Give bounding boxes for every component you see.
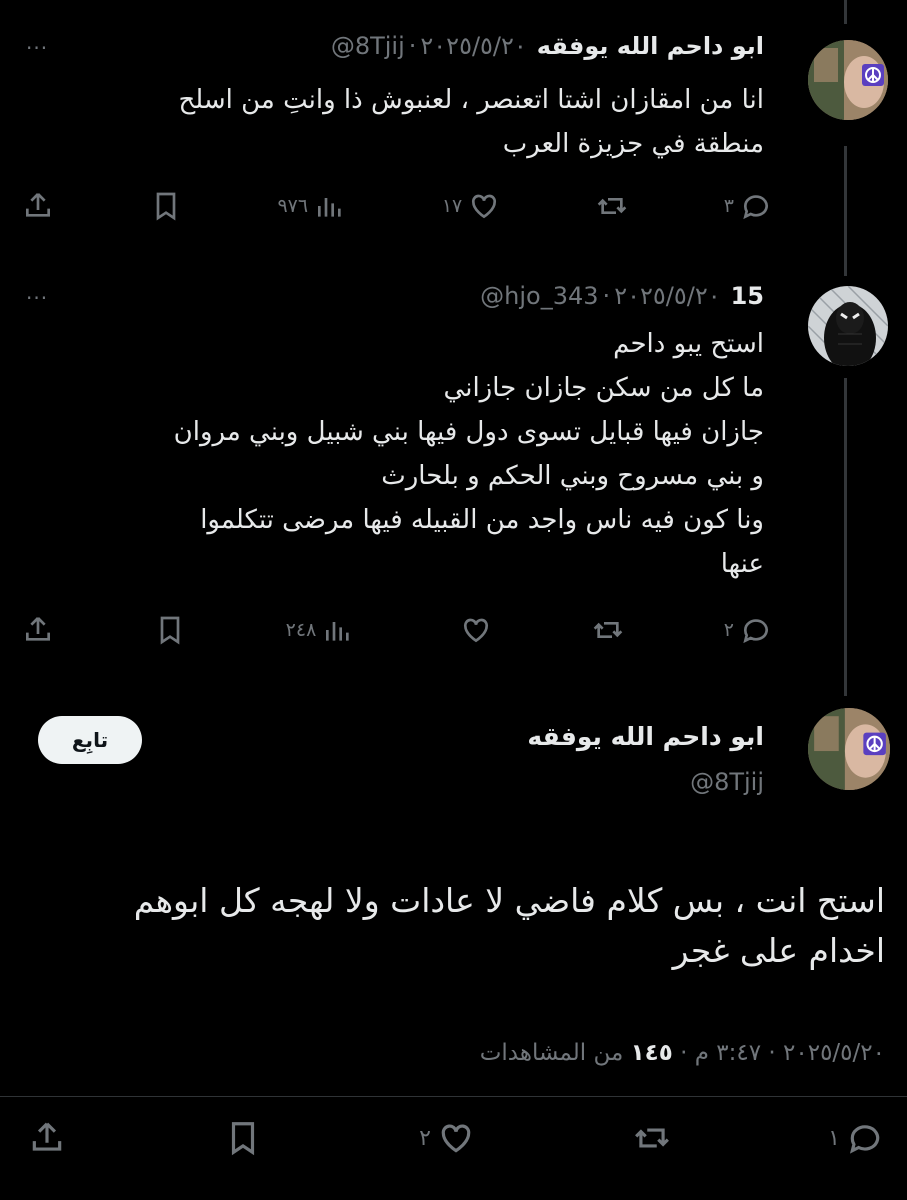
display-name[interactable]: ابو داحم الله يوفقه [537,32,764,60]
text-line: جازان فيها قبايل تسوى دول فيها بني شبيل … [173,417,764,447]
bookmark-icon [160,616,180,645]
share-icon [26,193,50,217]
text-line: استح يبو داحم [613,329,764,359]
handle[interactable]: @8Tjij [331,32,405,60]
views-button[interactable]: ٩٧٦ [277,190,346,222]
tweet-text: استح يبو داحم ما كل من سكن جازان جازاني … [44,322,764,586]
date[interactable]: ٢٠٢٥/٥/٢٠ [420,32,526,60]
text-line: اخدام على غجر [672,931,885,970]
like-count: ١٧ [441,195,463,217]
bookmark-button[interactable] [154,614,186,646]
avatar-image [808,40,888,120]
retweet-button[interactable] [596,190,628,222]
reply-button[interactable]: ١ [828,1119,884,1157]
views-button[interactable]: ٢٤٨ [286,614,355,646]
like-icon [464,618,489,643]
date[interactable]: ٢٠٢٥/٥/٢٠ [614,282,720,310]
text-line: منطقة في جزيزة العرب [502,129,764,159]
text-line: و بني مسروح وبني الحكم و بلحارث [381,461,764,491]
like-icon [472,194,497,219]
reply1-header: ابو داحم الله يوفقه @8Tjij · ٢٠٢٥/٥/٢٠ [331,32,764,60]
views-icon [326,622,349,641]
views-count: ٢٤٨ [285,619,317,641]
tweet-date[interactable]: ٢٠٢٥/٥/٢٠ [783,1040,885,1066]
thread-line-top [844,0,847,24]
retweet-button[interactable] [633,1119,671,1157]
display-name[interactable]: 15 [731,282,764,310]
like-button[interactable] [454,614,492,646]
bookmark-icon [231,1122,254,1156]
reply-count: ٣ [723,195,734,217]
handle[interactable]: @hjo_343 [480,282,598,310]
thread-line-2 [844,378,847,696]
like-button[interactable]: ٢ [419,1119,475,1157]
divider [0,1096,907,1097]
share-button[interactable] [28,1119,66,1157]
avatar[interactable] [808,708,890,790]
action-bar: ٢ ١ [28,1114,884,1162]
action-bar: ٢٤٨ ٢ [22,610,772,650]
reply-icon [849,1125,880,1154]
meta-dot: · [680,1040,688,1066]
reply2-header: 15 @hjo_343 · ٢٠٢٥/٥/٢٠ [480,282,764,310]
tweet-text: انا من امقازان اشتا اتعنصر ، لعنبوش ذا و… [44,78,764,166]
reply-button[interactable]: ٢ [724,614,772,646]
like-icon [441,1124,471,1153]
more-options-icon[interactable]: ··· [26,36,48,60]
reply-button[interactable]: ٣ [724,190,772,222]
meta-dot: · [768,1040,776,1066]
reply-count: ١ [828,1125,840,1151]
more-options-icon[interactable]: ··· [26,286,48,310]
reply-count: ٢ [723,619,734,641]
bookmark-button[interactable] [150,190,182,222]
handle-and-date[interactable]: @8Tjij · ٢٠٢٥/٥/٢٠ [331,32,527,60]
views-icon [318,198,341,217]
avatar-image [808,286,888,366]
avatar[interactable] [808,40,888,120]
views-count: ١٤٥ [630,1040,673,1066]
tweet-time[interactable]: ٣:٤٧ م [695,1040,761,1066]
handle-and-date[interactable]: @hjo_343 · ٢٠٢٥/٥/٢٠ [480,282,720,310]
share-icon [32,1122,62,1151]
like-count: ٢ [419,1125,431,1151]
display-name[interactable]: ابو داحم الله يوفقه [527,722,764,751]
views-label: من المشاهدات [479,1040,624,1066]
retweet-icon [593,622,623,638]
text-line: ونا كون فيه ناس واجد من القبيله فيها مرض… [200,505,764,535]
bookmark-icon [156,192,176,221]
retweet-icon [634,1128,669,1148]
retweet-button[interactable] [592,614,624,646]
reply-icon [743,619,768,644]
thread-line-1 [844,146,847,276]
handle[interactable]: @8Tjij [690,768,764,796]
retweet-icon [597,198,627,214]
action-bar: ٩٧٦ ١٧ ٣ [22,186,772,226]
follow-button[interactable]: تابِع [38,716,142,764]
avatar-image [808,708,890,790]
bookmark-button[interactable] [224,1119,262,1157]
share-button[interactable] [22,614,54,646]
tweet-text: استح انت ، بس كلام فاضي لا عادات ولا لهج… [25,876,885,976]
reply-icon [743,195,768,220]
share-button[interactable] [22,190,54,222]
avatar[interactable] [808,286,888,366]
share-icon [26,617,50,641]
views-count: ٩٧٦ [277,195,309,217]
tweet-meta: ٢٠٢٥/٥/٢٠ · ٣:٤٧ م · ١٤٥ من المشاهدات [480,1040,885,1066]
like-button[interactable]: ١٧ [442,190,500,222]
text-line: ما كل من سكن جازان جازاني [443,373,764,403]
text-line: استح انت ، بس كلام فاضي لا عادات ولا لهج… [133,881,885,920]
text-line: عنها [720,549,764,579]
text-line: انا من امقازان اشتا اتعنصر ، لعنبوش ذا و… [178,85,764,115]
